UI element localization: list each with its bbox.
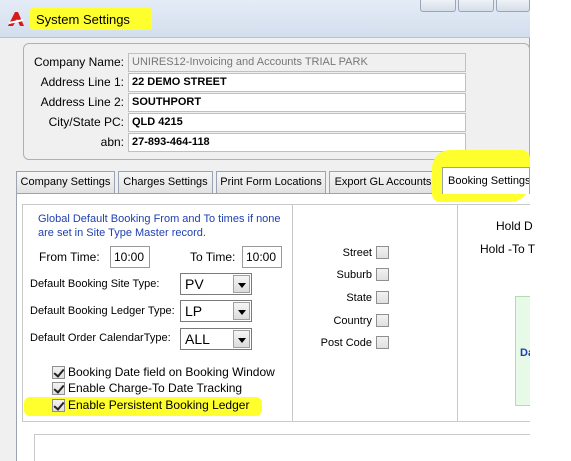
address-line-1-row: Address Line 1: 22 DEMO STREET bbox=[24, 73, 529, 92]
order-calendar-select[interactable]: ALL bbox=[180, 328, 252, 350]
chevron-down-icon[interactable] bbox=[233, 330, 250, 348]
lower-group bbox=[34, 434, 530, 461]
charge-to-date-label: Enable Charge-To Date Tracking bbox=[68, 381, 243, 395]
company-name-label: Company Name: bbox=[33, 55, 124, 69]
site-type-value: PV bbox=[185, 276, 204, 292]
system-settings-window: System Settings Company Name: UNIRES12-I… bbox=[0, 0, 535, 461]
ledger-type-select[interactable]: LP bbox=[180, 300, 252, 322]
post-code-checkbox[interactable] bbox=[376, 336, 389, 349]
address-line-1-label: Address Line 1: bbox=[40, 75, 124, 89]
minimize-button[interactable] bbox=[420, 0, 456, 12]
country-label: Country bbox=[333, 315, 372, 327]
hold-from-label: Hold D bbox=[496, 219, 533, 233]
hold-date-panel: Da bbox=[515, 296, 530, 406]
abn-field[interactable]: 27-893-464-118 bbox=[128, 133, 466, 152]
booking-date-field-checkbox[interactable] bbox=[52, 366, 65, 379]
street-label: Street bbox=[342, 247, 372, 259]
window-title: System Settings bbox=[36, 12, 130, 27]
tab-print-form-locations[interactable]: Print Form Locations bbox=[216, 171, 326, 193]
chevron-down-icon[interactable] bbox=[233, 302, 250, 320]
site-type-select[interactable]: PV bbox=[180, 273, 252, 295]
suburb-label: Suburb bbox=[336, 269, 372, 281]
ledger-type-label: Default Booking Ledger Type: bbox=[30, 305, 175, 317]
company-name-field[interactable]: UNIRES12-Invoicing and Accounts TRIAL PA… bbox=[128, 53, 466, 72]
site-type-label: Default Booking Site Type: bbox=[30, 278, 160, 290]
hold-date-panel-text: Da bbox=[520, 347, 530, 359]
address-line-1-field[interactable]: 22 DEMO STREET bbox=[128, 73, 466, 92]
street-checkbox[interactable] bbox=[376, 246, 389, 259]
city-state-row: City/State PC: QLD 4215 bbox=[24, 113, 529, 132]
persistent-ledger-label: Enable Persistent Booking Ledger bbox=[68, 398, 250, 412]
post-code-label: Post Code bbox=[320, 337, 372, 349]
state-label: State bbox=[346, 292, 372, 304]
charge-to-date-checkbox[interactable] bbox=[52, 382, 65, 395]
tab-export-gl-accounts[interactable]: Export GL Accounts bbox=[329, 171, 437, 193]
order-calendar-value: ALL bbox=[185, 331, 210, 347]
tab-charges-settings[interactable]: Charges Settings bbox=[118, 171, 213, 193]
close-button[interactable] bbox=[496, 0, 530, 12]
address-line-2-row: Address Line 2: SOUTHPORT bbox=[24, 93, 529, 112]
to-time-input[interactable]: 10:00 bbox=[242, 246, 282, 268]
chevron-down-icon[interactable] bbox=[233, 275, 250, 293]
divider bbox=[22, 421, 530, 422]
maximize-button[interactable] bbox=[458, 0, 494, 12]
address-line-2-label: Address Line 2: bbox=[40, 95, 124, 109]
suburb-checkbox[interactable] bbox=[376, 268, 389, 281]
order-calendar-label: Default Order CalendarType: bbox=[30, 332, 171, 344]
ledger-type-value: LP bbox=[185, 303, 203, 319]
booking-date-field-label: Booking Date field on Booking Window bbox=[68, 365, 275, 379]
company-details-group: Company Name: UNIRES12-Invoicing and Acc… bbox=[23, 43, 530, 160]
address-fields-group bbox=[293, 204, 458, 422]
tab-booking-settings[interactable]: Booking Settings bbox=[442, 167, 530, 194]
company-name-row: Company Name: UNIRES12-Invoicing and Acc… bbox=[24, 53, 529, 72]
state-checkbox[interactable] bbox=[376, 291, 389, 304]
address-line-2-field[interactable]: SOUTHPORT bbox=[128, 93, 466, 112]
city-state-label: City/State PC: bbox=[48, 115, 124, 129]
persistent-ledger-checkbox[interactable] bbox=[52, 399, 65, 412]
abn-label: abn: bbox=[100, 135, 124, 149]
from-time-input[interactable]: 10:00 bbox=[110, 246, 150, 268]
tab-company-settings[interactable]: Company Settings bbox=[16, 171, 115, 193]
booking-times-info: Global Default Booking From and To times… bbox=[38, 213, 281, 239]
app-logo-icon bbox=[8, 12, 24, 26]
country-checkbox[interactable] bbox=[376, 314, 389, 327]
city-state-field[interactable]: QLD 4215 bbox=[128, 113, 466, 132]
hold-to-label: Hold -To T bbox=[480, 242, 536, 256]
from-time-label: From Time: bbox=[39, 250, 100, 264]
title-bar: System Settings bbox=[0, 0, 530, 38]
to-time-label: To Time: bbox=[190, 250, 236, 264]
